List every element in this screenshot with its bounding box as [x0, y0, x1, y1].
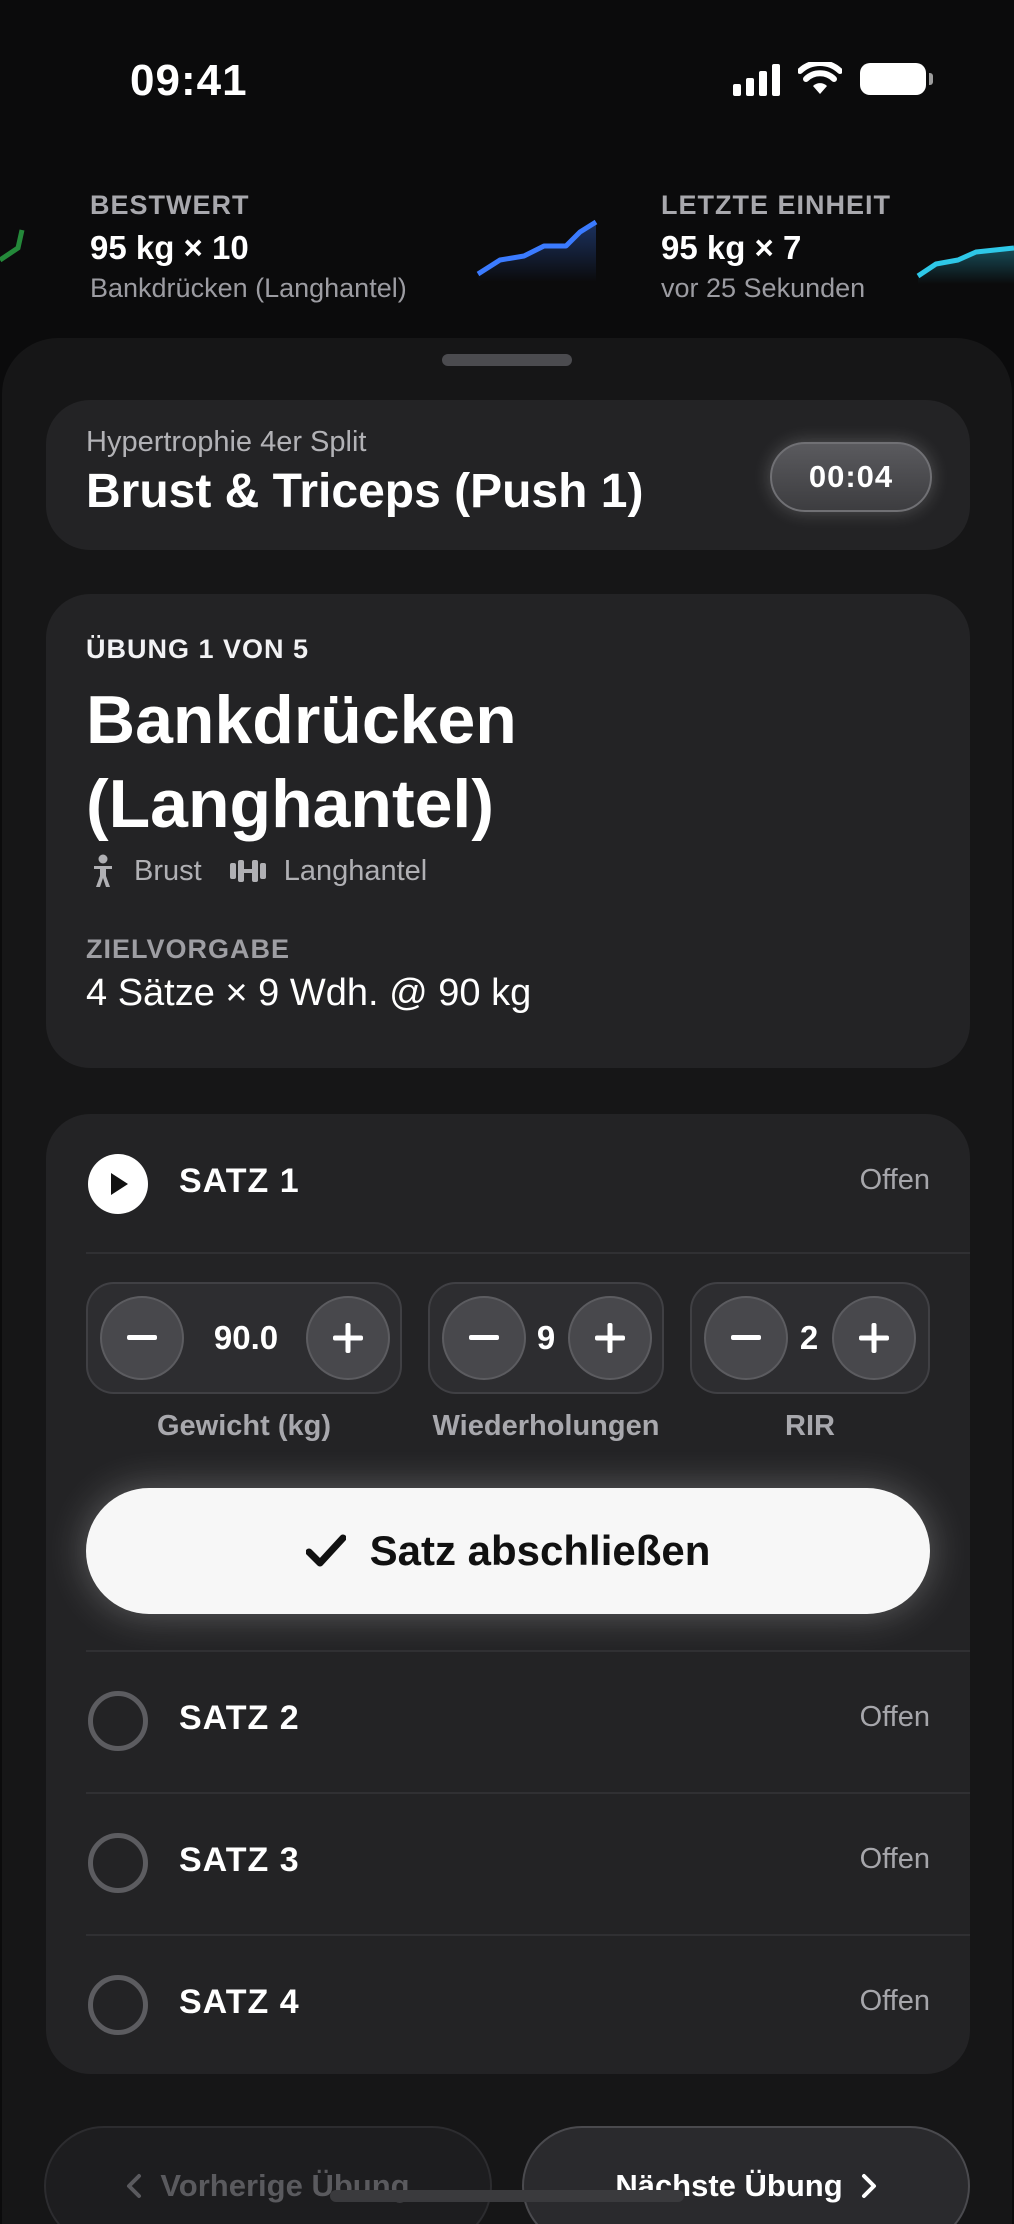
stats-widgets: BESTWERT 95 kg × 10 Bankdrücken (Langhan…: [0, 190, 1014, 330]
checkmark-icon: [305, 1534, 346, 1568]
exercise-muscle: Brust: [134, 854, 202, 887]
workout-screen: 09:41 BESTWERT 95 kg × 10 Bankdrücken (L…: [0, 0, 1014, 2224]
rir-minus-button[interactable]: [704, 1296, 788, 1380]
reps-stepper: 9: [428, 1282, 664, 1394]
reps-plus-button[interactable]: [568, 1296, 652, 1380]
workout-sheet: Hypertrophie 4er Split Brust & Triceps (…: [2, 338, 1012, 2224]
goal-label: ZIELVORGABE: [86, 934, 291, 964]
status-time: 09:41: [130, 56, 248, 105]
reps-label: Wiederholungen: [432, 1410, 660, 1442]
widget-last-label: LETZTE EINHEIT: [661, 190, 891, 220]
set-label: SATZ 4: [179, 1983, 300, 2021]
widget-best[interactable]: BESTWERT 95 kg × 10 Bankdrücken (Langhan…: [90, 190, 407, 304]
workout-title: Brust & Triceps (Push 1): [86, 465, 644, 518]
status-bar: 09:41: [0, 0, 1014, 150]
rir-plus-button[interactable]: [832, 1296, 916, 1380]
set-label: SATZ 1: [179, 1162, 300, 1200]
finish-set-button[interactable]: Satz abschließen: [86, 1488, 930, 1614]
widget-best-value: 95 kg × 10: [90, 229, 249, 266]
set-row-active[interactable]: SATZ 1 Offen: [46, 1114, 970, 1254]
home-indicator[interactable]: [330, 2190, 684, 2202]
empty-circle-icon: [88, 1833, 148, 1893]
rir-stepper: 2: [690, 1282, 930, 1394]
plan-name: Hypertrophie 4er Split: [86, 426, 367, 458]
exercise-counter: ÜBUNG 1 VON 5: [86, 634, 310, 664]
workout-timer[interactable]: 00:04: [770, 442, 932, 512]
set-row[interactable]: SATZ 4 Offen: [46, 1935, 970, 2075]
sheet-grabber[interactable]: [442, 354, 572, 366]
cellular-signal-icon: [733, 62, 780, 96]
set-state: Offen: [859, 1843, 930, 1875]
chevron-left-icon: [126, 2173, 142, 2199]
reps-minus-button[interactable]: [442, 1296, 526, 1380]
widget-best-sub: Bankdrücken (Langhantel): [90, 273, 407, 303]
dumbbell-icon: [226, 854, 270, 888]
rir-value: 2: [799, 1319, 819, 1356]
last-trend-sparkline: [916, 245, 1014, 284]
empty-circle-icon: [88, 1691, 148, 1751]
exercise-name: Bankdrücken (Langhantel): [86, 682, 517, 842]
previous-exercise-button[interactable]: Vorherige Übung: [44, 2126, 492, 2224]
weight-value: 90.0: [213, 1319, 279, 1356]
widget-last-sub: vor 25 Sekunden: [661, 273, 866, 303]
set-state: Offen: [859, 1985, 930, 2017]
play-icon: [88, 1154, 148, 1214]
empty-circle-icon: [88, 1975, 148, 2035]
goal-value: 4 Sätze × 9 Wdh. @ 90 kg: [86, 972, 532, 1014]
battery-icon: [860, 63, 933, 95]
exercise-meta: Brust Langhantel: [86, 854, 427, 888]
set-label: SATZ 3: [179, 1841, 300, 1879]
set-label: SATZ 2: [179, 1699, 300, 1737]
sets-card: SATZ 1 Offen 90.0 Gewicht (kg) 9 Wiederh…: [46, 1114, 970, 2074]
set-row[interactable]: SATZ 2 Offen: [46, 1651, 970, 1791]
status-icons: [733, 62, 933, 96]
weight-minus-button[interactable]: [100, 1296, 184, 1380]
next-exercise-button[interactable]: Nächste Übung: [522, 2126, 970, 2224]
divider: [86, 1252, 970, 1254]
workout-header-card: Hypertrophie 4er Split Brust & Triceps (…: [46, 400, 970, 550]
reps-value: 9: [536, 1319, 556, 1356]
person-icon: [86, 854, 120, 888]
wifi-icon: [798, 62, 842, 94]
best-trend-sparkline: [476, 219, 598, 282]
weight-plus-button[interactable]: [306, 1296, 390, 1380]
widget-last[interactable]: LETZTE EINHEIT 95 kg × 7 vor 25 Sekunden: [661, 190, 891, 304]
rir-label: RIR: [785, 1410, 835, 1442]
weight-label: Gewicht (kg): [156, 1410, 331, 1442]
widget-best-label: BESTWERT: [90, 190, 250, 220]
set-row[interactable]: SATZ 3 Offen: [46, 1793, 970, 1933]
set-state: Offen: [859, 1701, 930, 1733]
weight-stepper: 90.0: [86, 1282, 402, 1394]
set-state: Offen: [859, 1164, 930, 1196]
chevron-right-icon: [861, 2173, 877, 2199]
exercise-card: ÜBUNG 1 VON 5 Bankdrücken (Langhantel) B…: [46, 594, 970, 1068]
finish-set-label: Satz abschließen: [369, 1527, 711, 1574]
exercise-equipment: Langhantel: [283, 854, 428, 887]
sparkline-left-edge: [0, 229, 25, 263]
widget-last-value: 95 kg × 7: [661, 229, 802, 266]
